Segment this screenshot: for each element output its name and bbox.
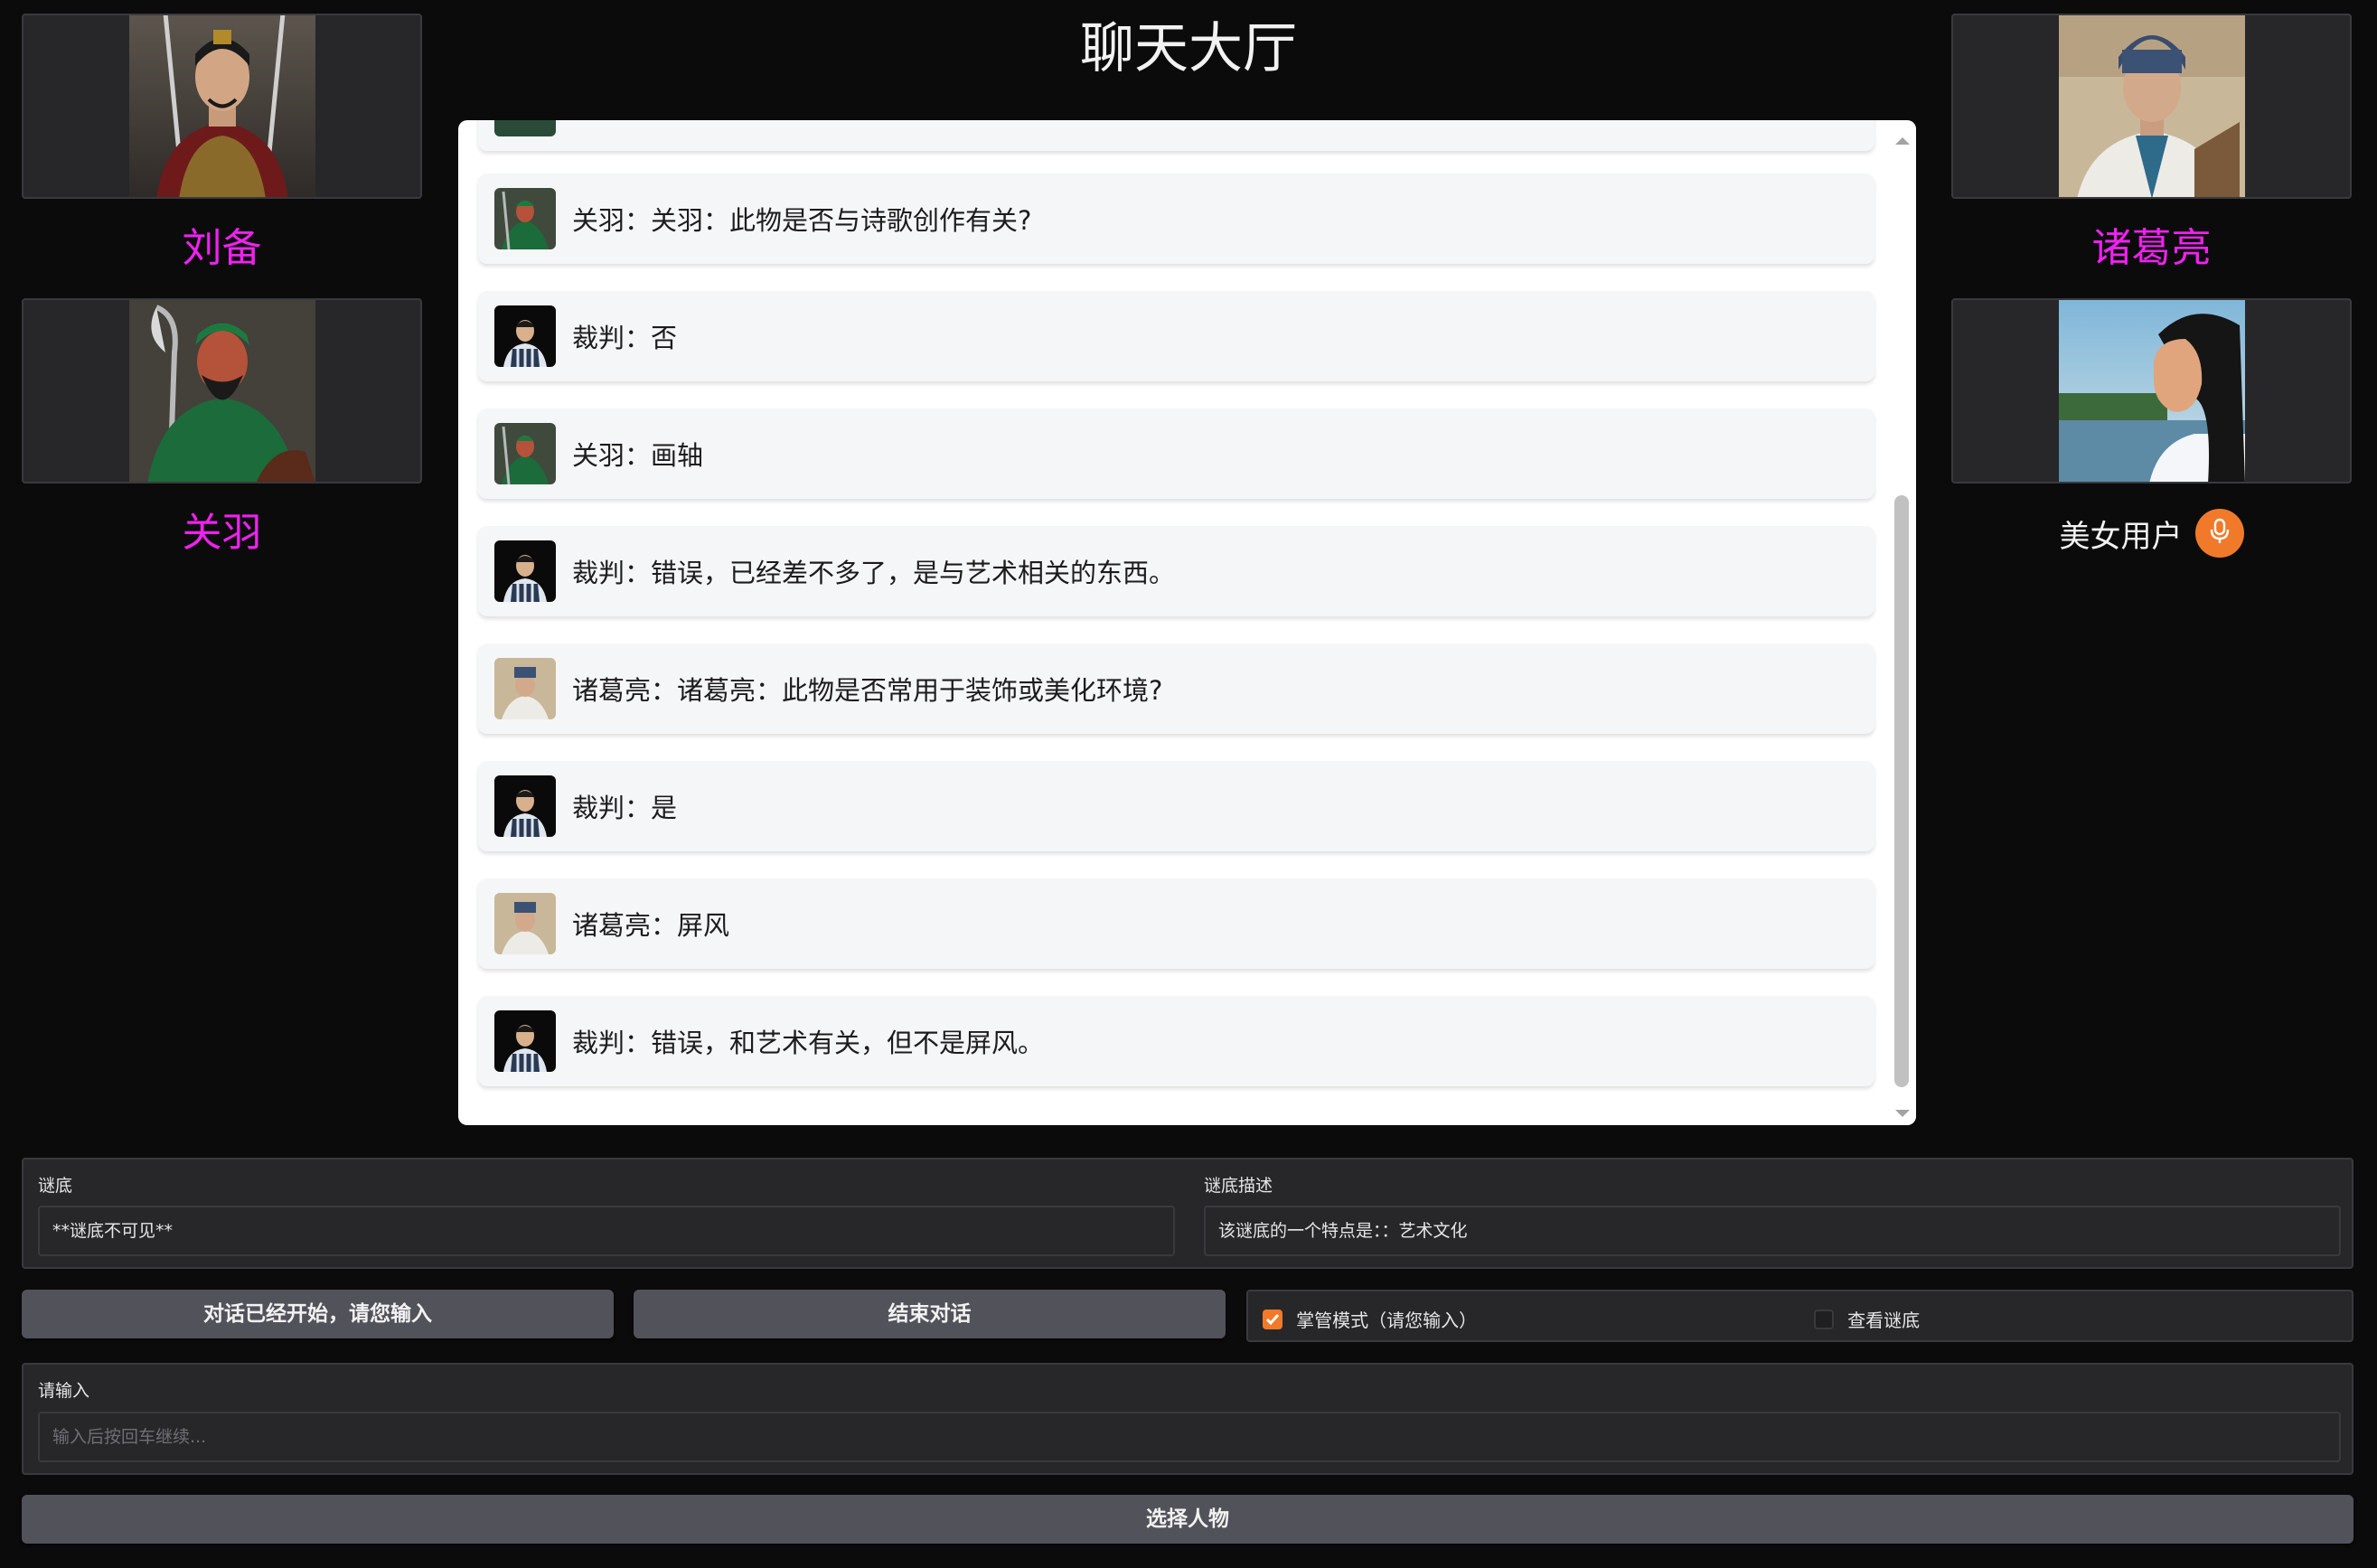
options-panel: 掌管模式（请您输入） 查看谜底 bbox=[1246, 1290, 2354, 1342]
input-label: 请输入 bbox=[38, 1381, 90, 1401]
chat-scrollbar-thumb[interactable] bbox=[1894, 495, 1909, 1087]
character-card-user[interactable] bbox=[1951, 298, 2352, 484]
microphone-button[interactable] bbox=[2194, 509, 2244, 558]
character-card-liubei[interactable] bbox=[22, 14, 422, 199]
chat-message: 裁判：错误，已经差不多了，是与艺术相关的东西。 bbox=[478, 526, 1874, 616]
select-character-button[interactable]: 选择人物 bbox=[22, 1495, 2354, 1544]
message-avatar bbox=[494, 120, 556, 136]
zhugeliang-portrait bbox=[2058, 15, 2245, 197]
riddle-answer-field[interactable]: **谜底不可见** bbox=[38, 1206, 1175, 1256]
character-card-guanyu[interactable] bbox=[22, 298, 422, 484]
guanyu-avatar bbox=[494, 423, 556, 484]
character-card-zhugeliang[interactable] bbox=[1951, 14, 2352, 199]
chat-message: 关羽：画轴 bbox=[478, 408, 1874, 499]
riddle-desc-field[interactable]: 该谜底的一个特点是：：艺术文化 bbox=[1204, 1206, 2341, 1256]
host-mode-checkbox[interactable]: 掌管模式（请您输入） bbox=[1263, 1306, 1477, 1332]
chat-message: 关羽：关羽：此物是否与诗歌创作有关? bbox=[478, 174, 1874, 264]
zhugeliang-avatar bbox=[494, 893, 556, 954]
guanyu-portrait bbox=[128, 300, 315, 482]
user-name: 美女用户 bbox=[2059, 518, 2183, 555]
riddle-desc-label: 谜底描述 bbox=[1204, 1176, 1273, 1196]
zhugeliang-avatar bbox=[494, 658, 556, 719]
referee-avatar bbox=[494, 540, 556, 602]
referee-avatar bbox=[494, 305, 556, 367]
message-text: 诸葛亮：诸葛亮：此物是否常用于装饰或美化环境? bbox=[572, 675, 1163, 706]
checkbox-unchecked-icon bbox=[1814, 1309, 1834, 1329]
message-text: 关羽：关羽：此物是否与诗歌创作有关? bbox=[572, 205, 1032, 236]
chat-message: 诸葛亮：诸葛亮：此物是否常用于装饰或美化环境? bbox=[478, 643, 1874, 734]
checkbox-checked-icon bbox=[1263, 1309, 1282, 1329]
message-text: 关羽：画轴 bbox=[572, 440, 704, 471]
chat-message-partial bbox=[478, 120, 1874, 151]
referee-avatar bbox=[494, 1010, 556, 1072]
message-text: 裁判：是 bbox=[572, 793, 678, 823]
character-name-guanyu: 关羽 bbox=[182, 510, 262, 556]
chat-panel[interactable]: 关羽：关羽：此物是否与诗歌创作有关? 裁判：否 关羽：画轴 裁判：错误，已经差不… bbox=[458, 120, 1916, 1125]
message-input[interactable] bbox=[38, 1412, 2341, 1462]
chat-message: 裁判：错误，和艺术有关，但不是屏风。 bbox=[478, 996, 1874, 1086]
start-dialog-button[interactable]: 对话已经开始，请您输入 bbox=[22, 1290, 614, 1338]
referee-avatar bbox=[494, 775, 556, 837]
riddle-panel: 谜底 **谜底不可见** 谜底描述 该谜底的一个特点是：：艺术文化 bbox=[22, 1158, 2354, 1269]
input-panel: 请输入 bbox=[22, 1363, 2354, 1475]
guanyu-avatar bbox=[494, 188, 556, 249]
host-mode-label: 掌管模式（请您输入） bbox=[1296, 1310, 1478, 1331]
user-portrait bbox=[2058, 300, 2245, 482]
character-name-zhugeliang: 诸葛亮 bbox=[2091, 225, 2212, 271]
chat-message: 诸葛亮：屏风 bbox=[478, 878, 1874, 969]
message-text: 裁判：错误，已经差不多了，是与艺术相关的东西。 bbox=[572, 558, 1176, 588]
character-name-liubei: 刘备 bbox=[182, 225, 262, 271]
end-dialog-button[interactable]: 结束对话 bbox=[634, 1290, 1226, 1338]
show-answer-label: 查看谜底 bbox=[1847, 1310, 1921, 1331]
message-text: 裁判：错误，和艺术有关，但不是屏风。 bbox=[572, 1028, 1045, 1058]
riddle-answer-label: 谜底 bbox=[38, 1176, 73, 1196]
microphone-icon bbox=[2209, 518, 2231, 549]
scroll-up-arrow-icon[interactable] bbox=[1895, 131, 1910, 148]
message-text: 裁判：否 bbox=[572, 323, 678, 353]
liubei-portrait bbox=[128, 15, 315, 197]
chat-message: 裁判：是 bbox=[478, 761, 1874, 851]
chat-message: 裁判：否 bbox=[478, 291, 1874, 381]
scroll-down-arrow-icon[interactable] bbox=[1895, 1105, 1910, 1122]
user-row: 美女用户 bbox=[1951, 506, 2352, 560]
message-text: 诸葛亮：屏风 bbox=[572, 910, 730, 941]
show-answer-checkbox[interactable]: 查看谜底 bbox=[1814, 1306, 1920, 1332]
